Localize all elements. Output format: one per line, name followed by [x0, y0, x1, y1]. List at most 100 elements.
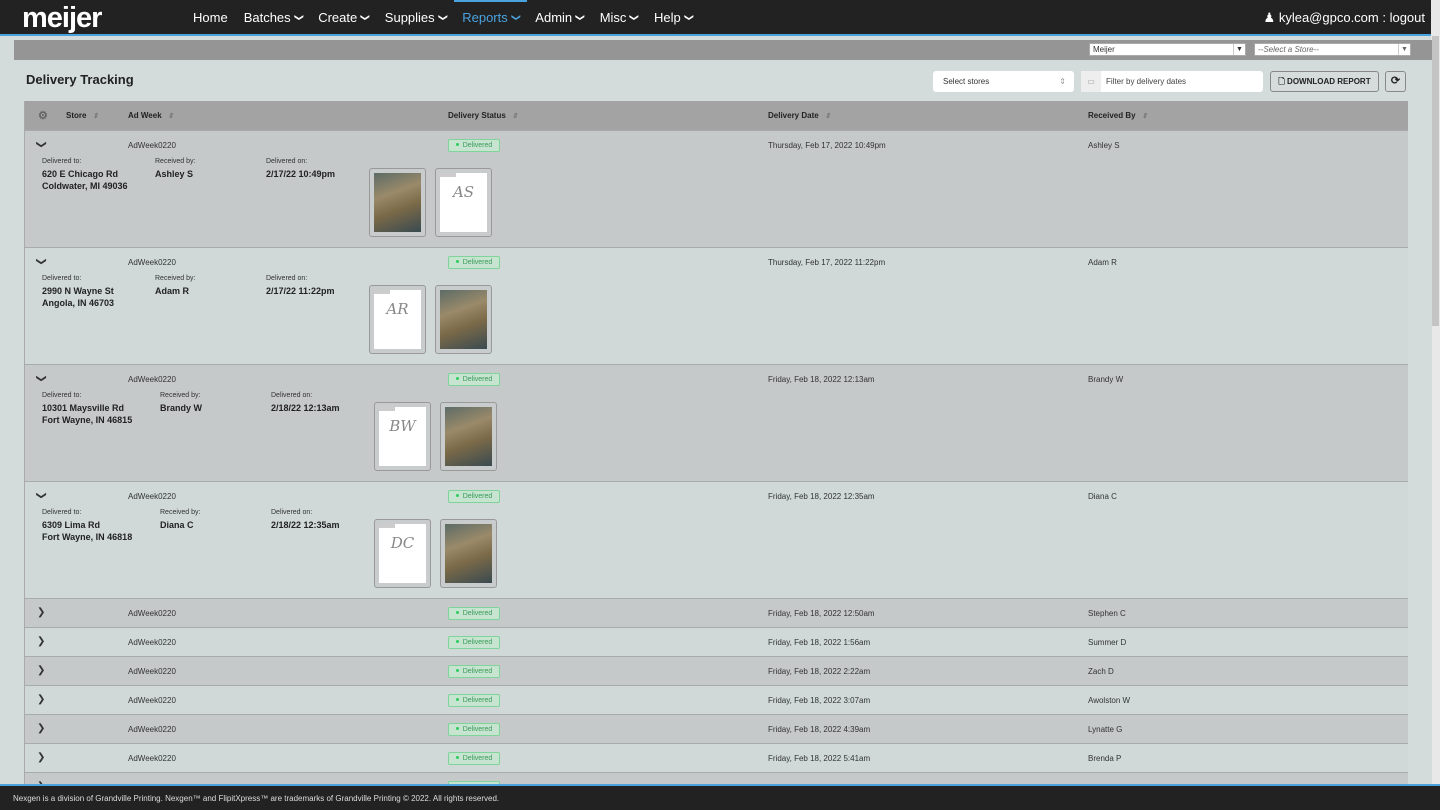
table-row[interactable]: ❯ AdWeek0220 Delivered Thursday, Feb 17,… [25, 130, 1408, 247]
dropdown-arrow-icon: ▼ [1233, 44, 1245, 55]
delivered-to: Delivered to: 10301 Maysville Rd Fort Wayn… [42, 392, 133, 425]
delivered-on: Delivered on: 2/17/22 10:49pm [266, 158, 336, 179]
table-row[interactable]: ❯ AdWeek0220 Delivered Friday, Feb 18, 2… [25, 364, 1408, 481]
nav-label: Supplies [384, 10, 435, 25]
chevron-right-icon[interactable]: ❯ [37, 723, 45, 734]
select-stores-dropdown[interactable]: Select stores ⇕ [933, 71, 1074, 92]
chevron-down-icon: ❯ [437, 13, 448, 22]
delivery-photo[interactable] [435, 285, 492, 354]
signature-image[interactable]: AS [435, 168, 492, 237]
delivery-photo[interactable] [440, 402, 497, 471]
chevron-down-icon[interactable]: ❯ [36, 257, 47, 265]
nav-batches[interactable]: Batches ❯ [236, 0, 311, 36]
signature: DC [379, 524, 426, 583]
received-by: Ashley S [1088, 141, 1120, 150]
signature-image[interactable]: AR [369, 285, 426, 354]
gear-icon[interactable]: ⚙ [38, 109, 48, 122]
ad-week: AdWeek0220 [128, 609, 176, 618]
status-badge: Delivered [448, 256, 500, 269]
company-select-value: Meijer [1093, 45, 1115, 54]
signature-image[interactable]: DC [374, 519, 431, 588]
delivery-date: Friday, Feb 18, 2022 12:13am [768, 375, 875, 384]
store-select-value: --Select a Store-- [1258, 45, 1319, 54]
delivery-date: Friday, Feb 18, 2022 4:39am [768, 725, 871, 734]
column-store[interactable]: Store ⇕ [66, 111, 98, 120]
table-row[interactable]: ❯ AdWeek0220 Delivered Friday, Feb 18, 2… [25, 598, 1408, 627]
refresh-icon: ⟳ [1390, 75, 1401, 87]
column-delivery-status[interactable]: Delivery Status ⇕ [448, 111, 518, 120]
table-row[interactable]: ❯ AdWeek0220 Delivered Friday, Feb 18, 2… [25, 714, 1408, 743]
delivery-photo[interactable] [369, 168, 426, 237]
table-body: ❯ AdWeek0220 Delivered Thursday, Feb 17,… [25, 130, 1408, 784]
refresh-button[interactable]: ⟳ [1385, 71, 1406, 92]
status-badge: Delivered [448, 752, 500, 765]
column-delivery-date[interactable]: Delivery Date ⇕ [768, 111, 831, 120]
download-report-button[interactable]: 🗋 DOWNLOAD REPORT [1270, 71, 1379, 92]
delivery-photo[interactable] [440, 519, 497, 588]
sort-icon: ⇕ [1141, 113, 1148, 120]
nav-label: Create [318, 10, 358, 25]
table-row[interactable]: ❯ AdWeek0220 Delivered Friday, Feb 18, 2… [25, 685, 1408, 714]
column-received-by[interactable]: Received By ⇕ [1088, 111, 1147, 120]
ad-week: AdWeek0220 [128, 696, 176, 705]
delivery-date: Friday, Feb 18, 2022 2:22am [768, 667, 871, 676]
table-row[interactable]: ❯ AdWeek0220 Delivered Friday, Feb 18, 2… [25, 743, 1408, 772]
store-select[interactable]: --Select a Store-- ▼ [1254, 43, 1411, 56]
chevron-down-icon[interactable]: ❯ [36, 140, 47, 148]
chevron-down-icon: ❯ [511, 13, 522, 22]
chevron-down-icon[interactable]: ❯ [36, 491, 47, 499]
scrollbar[interactable] [1431, 0, 1440, 784]
company-select[interactable]: Meijer ▼ [1089, 43, 1246, 56]
chevron-right-icon[interactable]: ❯ [37, 636, 45, 647]
user-menu[interactable]: ♟ kylea@gpco.com : logout [1264, 10, 1425, 26]
chevron-right-icon[interactable]: ❯ [37, 607, 45, 618]
nav-label: Home [193, 10, 228, 25]
delivered-to: Delivered to: 620 E Chicago Rd Coldwater, … [42, 158, 128, 191]
dropdown-arrow-icon: ▼ [1398, 44, 1410, 55]
delivered-on: Delivered on: 2/17/22 11:22pm [266, 275, 335, 296]
chevron-right-icon[interactable]: ❯ [37, 694, 45, 705]
status-dot-icon [455, 640, 459, 643]
status-dot-icon [455, 669, 459, 672]
scrollbar-thumb[interactable] [1432, 36, 1439, 326]
ad-week: AdWeek0220 [128, 725, 176, 734]
column-ad-week[interactable]: Ad Week ⇕ [128, 111, 174, 120]
signature: AS [440, 173, 487, 232]
received-by: Adam R [1088, 258, 1117, 267]
table-row[interactable]: ❯ AdWeek0220 Delivered Friday, Feb 18, 2… [25, 656, 1408, 685]
ad-week: AdWeek0220 [128, 375, 176, 384]
received-by-detail: Received by: Diana C [160, 509, 201, 530]
status-badge: Delivered [448, 723, 500, 736]
table-row[interactable]: ❯ Delivered [25, 772, 1408, 784]
nav-home[interactable]: Home [185, 0, 236, 36]
chevron-down-icon[interactable]: ❯ [36, 374, 47, 382]
person-icon: ♟ [1263, 10, 1279, 25]
photo-thumbnail [374, 173, 421, 232]
table-row[interactable]: ❯ AdWeek0220 Delivered Thursday, Feb 17,… [25, 247, 1408, 364]
nav-admin[interactable]: Admin ❯ [527, 0, 591, 36]
table-row[interactable]: ❯ AdWeek0220 Delivered Friday, Feb 18, 2… [25, 627, 1408, 656]
status-dot-icon [455, 698, 459, 701]
meijer-logo[interactable]: meijer [22, 2, 102, 35]
nav-create[interactable]: Create ❯ [310, 0, 377, 36]
ad-week: AdWeek0220 [128, 141, 176, 150]
status-badge: Delivered [448, 665, 500, 678]
nav-reports[interactable]: Reports ❯ [454, 0, 528, 36]
nav-misc[interactable]: Misc ❯ [592, 0, 646, 36]
delivery-date: Friday, Feb 18, 2022 5:41am [768, 754, 871, 763]
nav-supplies[interactable]: Supplies ❯ [377, 0, 454, 36]
table-row[interactable]: ❯ AdWeek0220 Delivered Friday, Feb 18, 2… [25, 481, 1408, 598]
status-dot-icon [455, 494, 459, 497]
signature-image[interactable]: BW [374, 402, 431, 471]
signature: AR [374, 290, 421, 349]
chevron-right-icon[interactable]: ❯ [37, 752, 45, 763]
ad-week: AdWeek0220 [128, 492, 176, 501]
sort-icon: ⇕ [511, 113, 518, 120]
calendar-icon: ▭ [1081, 71, 1101, 92]
delivery-date-filter[interactable]: ▭ Filter by delivery dates [1081, 71, 1263, 92]
user-logout-link[interactable]: kylea@gpco.com : logout [1279, 10, 1425, 25]
status-dot-icon [455, 756, 459, 759]
nav-help[interactable]: Help ❯ [646, 0, 700, 36]
sort-icon: ⇕ [92, 113, 99, 120]
chevron-right-icon[interactable]: ❯ [37, 665, 45, 676]
